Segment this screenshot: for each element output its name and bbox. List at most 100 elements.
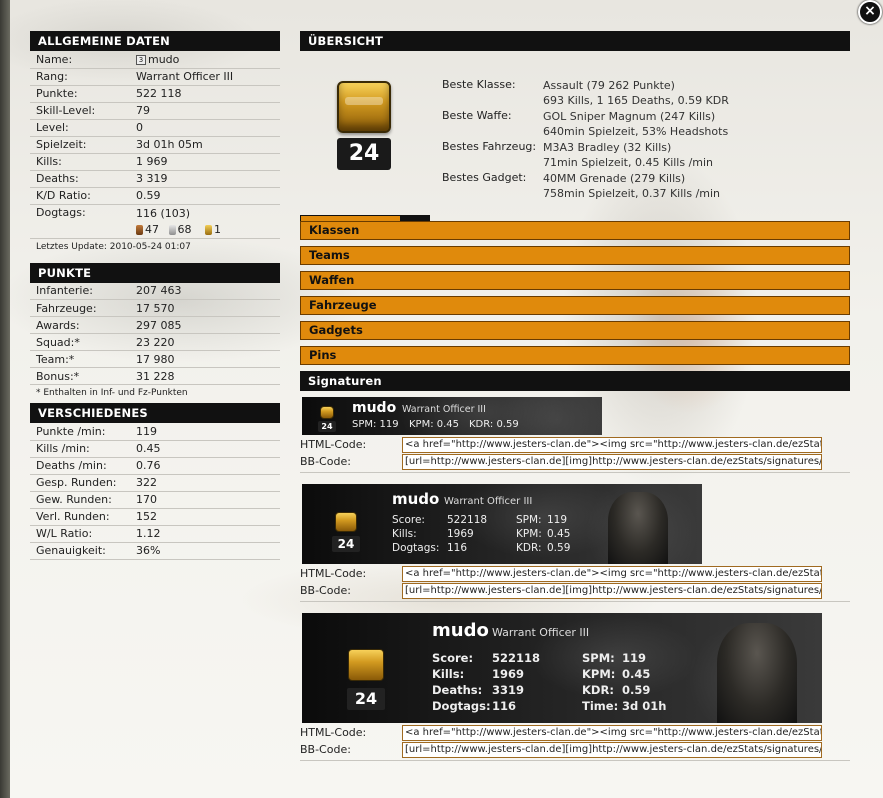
overview-value-line2: 71min Spielzeit, 0.45 Kills /min	[543, 156, 714, 169]
table-row: Team:* 17 980	[30, 350, 280, 368]
row-label: Kills:	[30, 153, 130, 171]
section-fahrzeuge[interactable]: Fahrzeuge	[300, 296, 850, 315]
row-value: 36%	[130, 542, 280, 560]
bb-code-label: BB-Code:	[300, 584, 351, 597]
row-value: Warrant Officer III	[130, 68, 280, 86]
section-pins[interactable]: Pins	[300, 346, 850, 365]
last-update: Letztes Update: 2010-05-24 01:07	[36, 241, 191, 252]
section-header-signaturen[interactable]: Signaturen	[300, 371, 850, 391]
row-label: Punkte:	[30, 85, 130, 103]
bb-code-field[interactable]: [url=http://www.jesters-clan.de][img]htt…	[402, 741, 822, 758]
table-row: Level: 0	[30, 119, 280, 137]
table-row: Name: 3 mudo	[30, 51, 280, 69]
row-label: Kills /min:	[30, 440, 130, 458]
table-row: W/L Ratio: 1.12	[30, 525, 280, 543]
misc-table: Punkte /min: 119 Kills /min: 0.45 Deaths /…	[30, 423, 280, 560]
player-name: mudo	[148, 52, 180, 66]
dogtags-value: 116 (103) 47 68 1	[130, 204, 280, 239]
page-edge	[0, 0, 10, 798]
banner-kills-value: 1969	[447, 528, 474, 540]
bb-code-row: BB-Code: [url=http://www.jesters-clan.de…	[300, 453, 850, 470]
banner-score-value: 522118	[492, 651, 541, 665]
row-label: Skill-Level:	[30, 102, 130, 120]
overview-value-line1: GOL Sniper Magnum (247 Kills)	[543, 110, 716, 123]
banner-dogtags-label: Dogtags:	[432, 699, 491, 713]
overview-label: Bestes Gadget:	[442, 171, 527, 184]
banner-kills-label: Kills:	[432, 667, 465, 681]
banner-kdr-value: 0.59	[622, 683, 651, 697]
overview-value-line1: Assault (79 262 Punkte)	[543, 79, 675, 92]
html-code-row: HTML-Code: <a href="http://www.jesters-c…	[300, 436, 850, 453]
table-row: Skill-Level: 79	[30, 102, 280, 120]
overview-list: Beste Klasse: Assault (79 262 Punkte) 693…	[442, 76, 850, 200]
section-klassen[interactable]: Klassen	[300, 221, 850, 240]
banner-kpm: KPM: 0.45	[409, 419, 460, 430]
overview-value: GOL Sniper Magnum (247 Kills) 640min Spie…	[543, 107, 728, 138]
banner-player-name: mudo	[432, 620, 489, 641]
divider	[300, 472, 850, 473]
banner-kdr-value: 0.59	[547, 542, 571, 554]
banner-stats: Score: 522118 Kills: 1969 Deaths: 3319 D…	[432, 651, 712, 717]
left-column: ALLGEMEINE DATEN Name: 3 mudo Rang: Warran…	[30, 31, 280, 560]
row-label: Gesp. Runden:	[30, 474, 130, 492]
banner-player-name: mudo	[392, 490, 440, 508]
row-label: Team:*	[30, 350, 130, 368]
rank-insignia-icon	[335, 512, 357, 532]
banner-rank: Warrant Officer III	[444, 496, 533, 507]
banner-deaths-label: Deaths:	[432, 683, 483, 697]
row-value: 152	[130, 508, 280, 526]
stats-popup: × ALLGEMEINE DATEN Name: 3 mudo Rang: Warr…	[0, 0, 883, 798]
section-gadgets[interactable]: Gadgets	[300, 321, 850, 340]
list-item: Beste Klasse: Assault (79 262 Punkte) 693…	[442, 76, 850, 107]
row-value: 3d 01h 05m	[130, 136, 280, 154]
signature-banner-small: 24 mudo Warrant Officer III SPM: 119 KPM…	[302, 397, 602, 435]
bb-code-field[interactable]: [url=http://www.jesters-clan.de][img]htt…	[402, 453, 822, 470]
row-label: Genauigkeit:	[30, 542, 130, 560]
row-label: Deaths /min:	[30, 457, 130, 475]
points-footnote: * Enthalten in Inf- und Fz-Punkten	[36, 388, 188, 398]
table-row: Gesp. Runden: 322	[30, 474, 280, 492]
close-button[interactable]: ×	[858, 0, 882, 24]
row-label: Punkte /min:	[30, 423, 130, 441]
row-value: 0.76	[130, 457, 280, 475]
banner-spm-value: 119	[622, 651, 647, 665]
banner-score-label: Score:	[432, 651, 474, 665]
rank-number: 24	[337, 138, 391, 170]
html-code-label: HTML-Code:	[300, 567, 367, 580]
banner-kpm-value: 0.45	[622, 667, 651, 681]
row-label: Fahrzeuge:	[30, 299, 130, 317]
section-bars: Klassen Teams Waffen Fahrzeuge Gadgets P…	[300, 221, 850, 761]
silver-dogtag-icon	[168, 224, 176, 235]
points-table: Infanterie: 207 463 Fahrzeuge: 17 570 Awar…	[30, 282, 280, 385]
bb-code-row: BB-Code: [url=http://www.jesters-clan.de…	[300, 741, 850, 758]
table-row: Deaths /min: 0.76	[30, 457, 280, 475]
bb-code-label: BB-Code:	[300, 743, 351, 756]
row-value: 322	[130, 474, 280, 492]
html-code-label: HTML-Code:	[300, 438, 367, 451]
html-code-label: HTML-Code:	[300, 726, 367, 739]
dogtags-breakdown: 47 68 1	[136, 222, 280, 238]
table-row: Fahrzeuge: 17 570	[30, 299, 280, 317]
table-row: Genauigkeit: 36%	[30, 542, 280, 560]
rank-insignia-icon	[320, 406, 334, 419]
signature-large: 24 mudo Warrant Officer III Score: 52211…	[300, 613, 850, 761]
row-label: Deaths:	[30, 170, 130, 188]
table-row: Awards: 297 085	[30, 316, 280, 334]
row-label: Dogtags:	[30, 204, 130, 239]
section-teams[interactable]: Teams	[300, 246, 850, 265]
html-code-field[interactable]: <a href="http://www.jesters-clan.de"><im…	[402, 565, 822, 582]
bb-code-field[interactable]: [url=http://www.jesters-clan.de][img]htt…	[402, 582, 822, 599]
row-value: 207 463	[130, 282, 280, 300]
section-waffen[interactable]: Waffen	[300, 271, 850, 290]
banner-spm-label: SPM:	[516, 514, 542, 526]
soldier-image	[717, 623, 797, 723]
overview-value-line2: 693 Kills, 1 165 Deaths, 0.59 KDR	[543, 94, 729, 107]
gold-dogtag-icon	[205, 224, 212, 235]
banner-kills-value: 1969	[492, 667, 525, 681]
row-value: 23 220	[130, 333, 280, 351]
html-code-field[interactable]: <a href="http://www.jesters-clan.de"><im…	[402, 724, 822, 741]
html-code-field[interactable]: <a href="http://www.jesters-clan.de"><im…	[402, 436, 822, 453]
banner-spm-value: 119	[547, 514, 568, 526]
banner-stats: SPM: 119 KPM: 0.45 KDR: 0.59	[352, 419, 592, 433]
banner-deaths-value: 3319	[492, 683, 525, 697]
